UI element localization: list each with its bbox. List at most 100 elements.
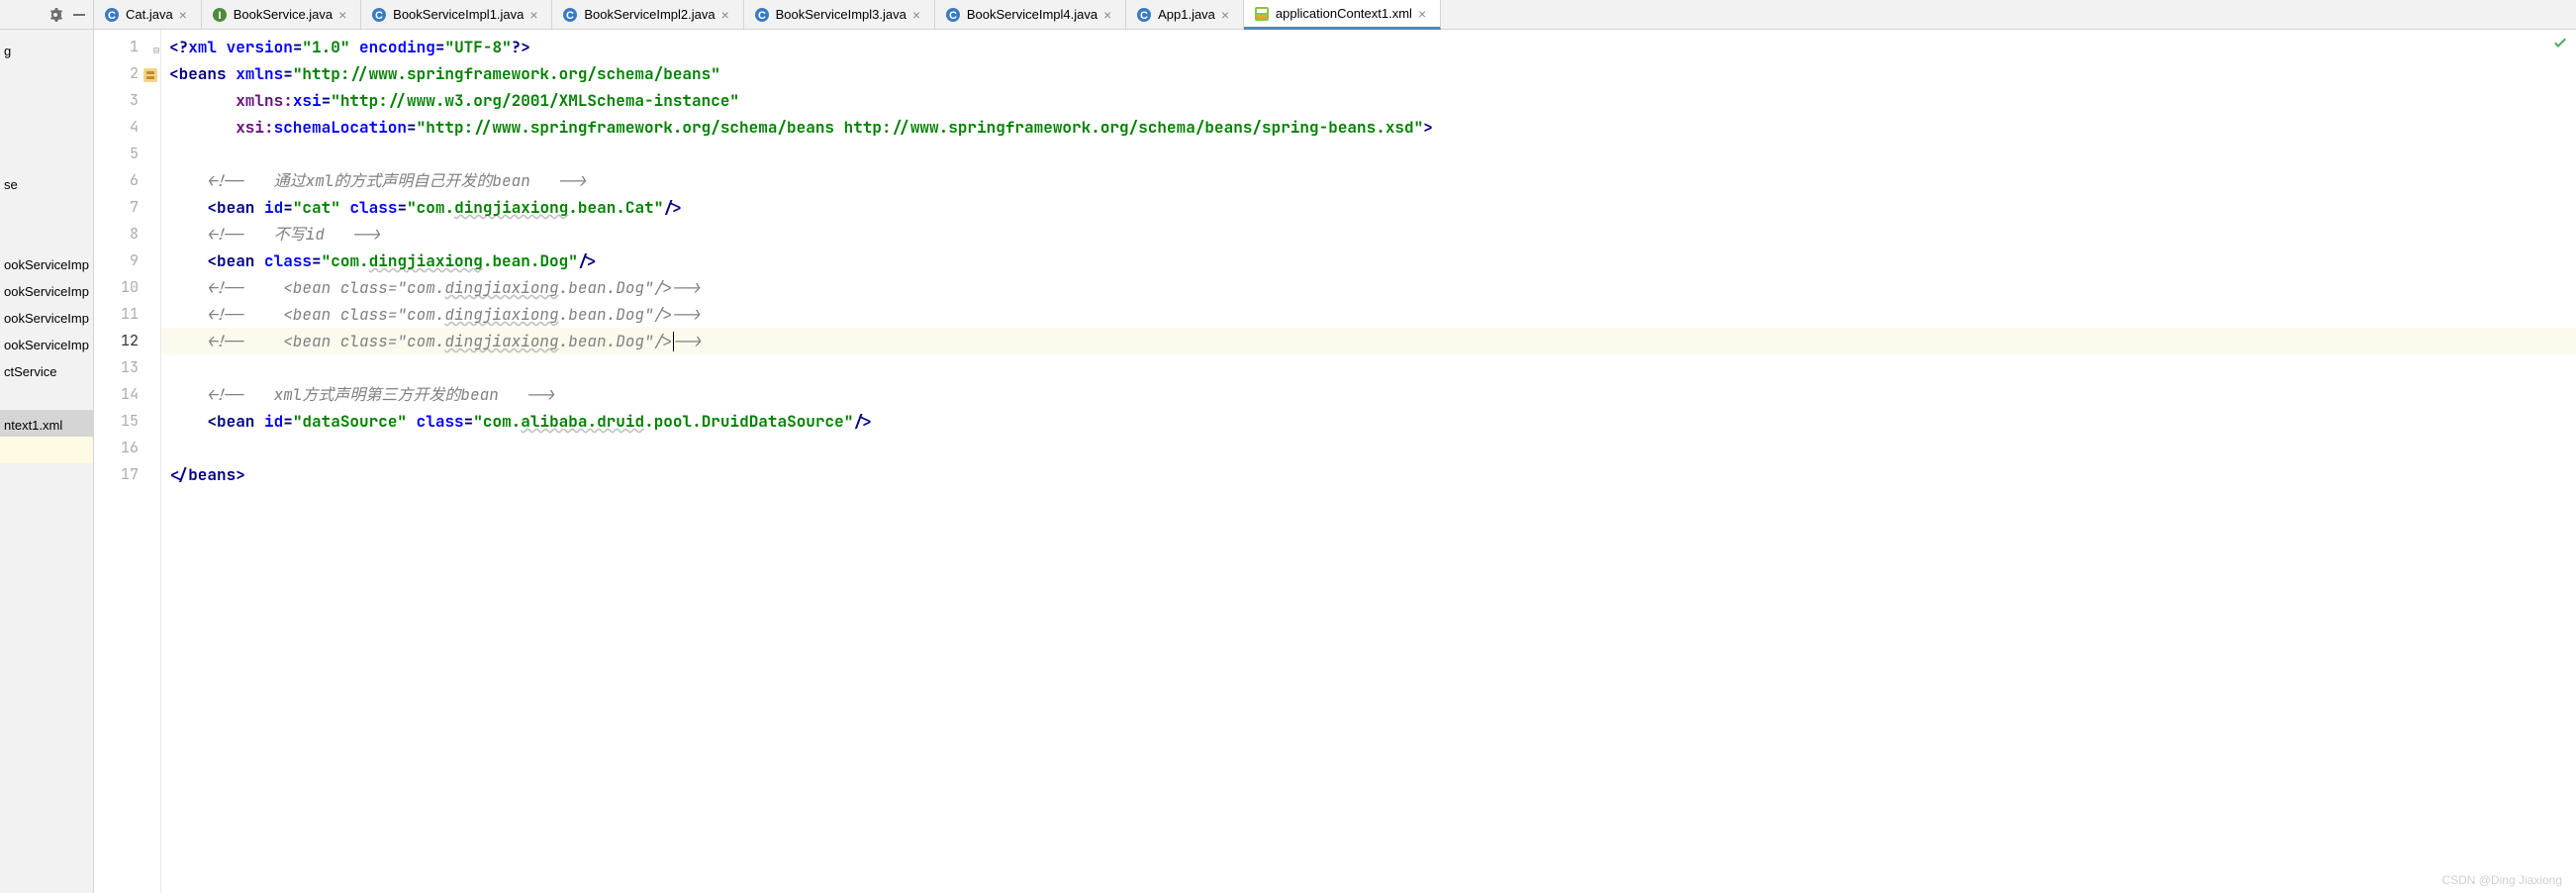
editor-tab-bar: CCat.java×IBookService.java×CBookService… [94, 0, 2576, 30]
line-number: 15 [94, 408, 160, 435]
code-line[interactable] [161, 141, 2576, 167]
code-line[interactable]: <!-- <bean class="com.dingjiaxiong.bean.… [161, 274, 2576, 301]
tab-label: BookServiceImpl3.java [776, 7, 906, 22]
tree-item[interactable]: ntext1.xml [0, 410, 93, 437]
close-icon[interactable]: × [529, 9, 541, 21]
tree-item[interactable]: ookServiceImp [0, 249, 93, 276]
tree-item[interactable] [0, 89, 93, 116]
editor-tab-2[interactable]: C BookServiceImpl1.java × [361, 0, 552, 29]
tab-label: BookServiceImpl2.java [584, 7, 715, 22]
code-line[interactable]: ⊟<beans xmlns="http://www.springframewor… [161, 60, 2576, 87]
code-line[interactable]: ⊟</beans> [161, 461, 2576, 488]
line-number: 2 [94, 60, 160, 87]
code-line[interactable]: xsi:schemaLocation="http://www.springfra… [161, 114, 2576, 141]
svg-text:C: C [108, 10, 116, 22]
svg-text:C: C [758, 10, 766, 22]
line-number: 6 [94, 167, 160, 194]
fold-close-icon[interactable]: ⊟ [153, 37, 163, 47]
tree-item[interactable] [0, 223, 93, 249]
tree-item[interactable]: se [0, 169, 93, 196]
code-line[interactable]: <!-- 不写id --> [161, 221, 2576, 248]
file-type-icon: C [371, 7, 387, 23]
line-number: 5 [94, 141, 160, 167]
tree-item[interactable] [0, 116, 93, 143]
code-line[interactable]: <bean id="dataSource" class="com.alibaba… [161, 408, 2576, 435]
code-line[interactable] [161, 435, 2576, 461]
file-type-icon: I [212, 7, 228, 23]
tab-label: BookServiceImpl4.java [967, 7, 1097, 22]
spring-bean-icon[interactable] [143, 65, 158, 81]
editor-tab-3[interactable]: C BookServiceImpl2.java × [552, 0, 743, 29]
editor-tab-1[interactable]: IBookService.java× [202, 0, 361, 29]
tree-item[interactable] [0, 196, 93, 223]
code-line[interactable]: <bean class="com.dingjiaxiong.bean.Dog"/… [161, 248, 2576, 274]
project-tree[interactable]: gseookServiceImpookServiceImpookServiceI… [0, 30, 93, 893]
tree-item[interactable]: ookServiceImp [0, 276, 93, 303]
file-type-icon [1254, 6, 1270, 22]
tree-item[interactable]: ookServiceImp [0, 303, 93, 330]
tree-item[interactable]: ctService [0, 356, 93, 383]
code-line[interactable]: <!-- 通过xml的方式声明自己开发的bean --> [161, 167, 2576, 194]
code-line[interactable]: <!-- xml方式声明第三方开发的bean --> [161, 381, 2576, 408]
editor-tab-0[interactable]: C Cat.java × [94, 0, 202, 29]
line-number: 11 [94, 301, 160, 328]
close-icon[interactable]: × [1221, 9, 1233, 21]
line-number: 7 [94, 194, 160, 221]
close-icon[interactable]: × [721, 9, 733, 21]
svg-text:C: C [566, 10, 574, 22]
close-icon[interactable]: × [1103, 9, 1115, 21]
svg-text:I: I [218, 10, 221, 22]
close-icon[interactable]: × [338, 9, 350, 21]
line-number: 1 [94, 34, 160, 60]
code-line[interactable]: <?xml version="1.0" encoding="UTF-8"?> [161, 34, 2576, 60]
watermark-text: CSDN @Ding Jiaxiong [2441, 873, 2562, 887]
tab-label: Cat.java [126, 7, 173, 22]
tree-item[interactable] [0, 62, 93, 89]
close-icon[interactable]: × [1418, 8, 1430, 20]
tab-label: BookServiceImpl1.java [393, 7, 524, 22]
file-type-icon: C [562, 7, 578, 23]
line-gutter: 1234567891011121314151617 [94, 30, 161, 893]
svg-text:C: C [375, 10, 383, 22]
line-number: 14 [94, 381, 160, 408]
line-number: 8 [94, 221, 160, 248]
file-type-icon: C [104, 7, 120, 23]
tab-label: applicationContext1.xml [1276, 6, 1412, 21]
code-content[interactable]: <?xml version="1.0" encoding="UTF-8"?>⊟<… [161, 30, 2576, 893]
tree-item[interactable] [0, 383, 93, 410]
line-number: 16 [94, 435, 160, 461]
code-line[interactable] [161, 354, 2576, 381]
editor-tab-7[interactable]: applicationContext1.xml × [1244, 0, 1441, 30]
tree-item[interactable] [0, 437, 93, 463]
inspection-status-icon[interactable] [2550, 34, 2570, 53]
minimize-icon[interactable] [71, 7, 87, 23]
file-type-icon: C [754, 7, 770, 23]
line-number: 9 [94, 248, 160, 274]
tree-item[interactable] [0, 143, 93, 169]
line-number: 4 [94, 114, 160, 141]
code-line[interactable]: <!-- <bean class="com.dingjiaxiong.bean.… [161, 301, 2576, 328]
editor-tab-5[interactable]: C BookServiceImpl4.java × [935, 0, 1126, 29]
tree-item[interactable]: ookServiceImp [0, 330, 93, 356]
file-type-icon: C [1136, 7, 1152, 23]
code-editor[interactable]: 1234567891011121314151617 <?xml version=… [94, 30, 2576, 893]
tab-label: App1.java [1158, 7, 1215, 22]
editor-tab-6[interactable]: C App1.java × [1126, 0, 1244, 29]
line-number: 17 [94, 461, 160, 488]
code-line[interactable]: xmlns:xsi="http://www.w3.org/2001/XMLSch… [161, 87, 2576, 114]
gear-icon[interactable] [48, 7, 63, 23]
code-line[interactable]: <!-- <bean class="com.dingjiaxiong.bean.… [161, 328, 2576, 354]
tree-item[interactable]: g [0, 36, 93, 62]
code-line[interactable]: <bean id="cat" class="com.dingjiaxiong.b… [161, 194, 2576, 221]
project-panel: gseookServiceImpookServiceImpookServiceI… [0, 0, 94, 893]
close-icon[interactable]: × [912, 9, 924, 21]
line-number: 13 [94, 354, 160, 381]
svg-text:C: C [1140, 10, 1148, 22]
line-number: 12 [94, 328, 160, 354]
svg-text:C: C [949, 10, 957, 22]
project-toolbar [0, 0, 93, 30]
editor-tab-4[interactable]: C BookServiceImpl3.java × [744, 0, 935, 29]
line-number: 10 [94, 274, 160, 301]
close-icon[interactable]: × [179, 9, 191, 21]
line-number: 3 [94, 87, 160, 114]
